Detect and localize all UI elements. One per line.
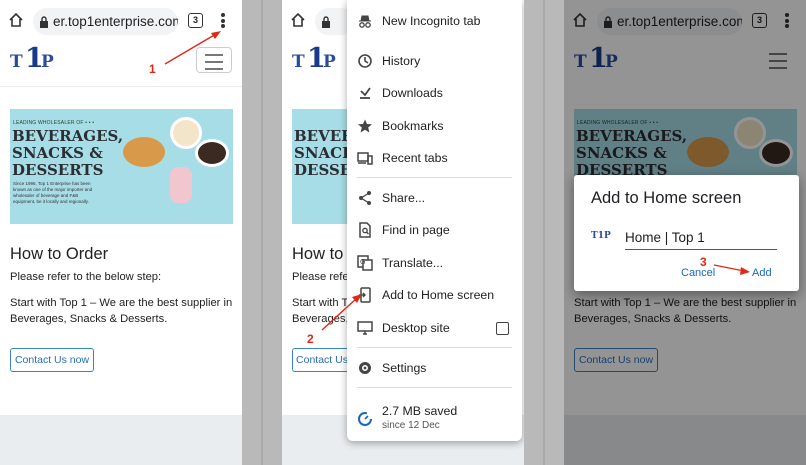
banner-lead: LEADING WHOLESALER OF • • • [13, 120, 95, 126]
food-image [123, 137, 165, 167]
phone-screen-step-2: T1P BEVERAGES,SNACKS &DESSERTS How to O … [282, 0, 524, 465]
hero-banner: LEADING WHOLESALER OF • • • BEVERAGES, SN… [10, 109, 233, 224]
intro-text-line2: Beverages, Snacks & Desserts. [10, 313, 168, 325]
banner-description: Since 1996, Top 1 Enterprise has been kn… [13, 181, 93, 204]
annotation-arrow-2 [321, 294, 362, 331]
page-heading: How to Order [10, 245, 109, 263]
phone-screen-step-1: er.top1enterprise.com 3 T1P LEADING WHOL… [0, 0, 242, 465]
contact-us-button[interactable]: Contact Us now [10, 348, 94, 372]
page-footer [0, 415, 242, 465]
banner-headline: BEVERAGES, SNACKS & DESSERTS [12, 127, 124, 179]
separator [242, 0, 282, 465]
food-image [170, 167, 192, 203]
phone-screen-step-3: er.top1enterprise.com 3 T1P LEADING WHOL… [564, 0, 806, 465]
food-image [195, 139, 229, 167]
intro-text-line1: Start with Top 1 – We are the best suppl… [10, 297, 233, 309]
annotation-arrow-1 [164, 31, 221, 65]
annotation-arrow-3 [713, 264, 750, 275]
instructions-text: Please refer to the below step: [10, 271, 162, 283]
separator [524, 0, 564, 465]
